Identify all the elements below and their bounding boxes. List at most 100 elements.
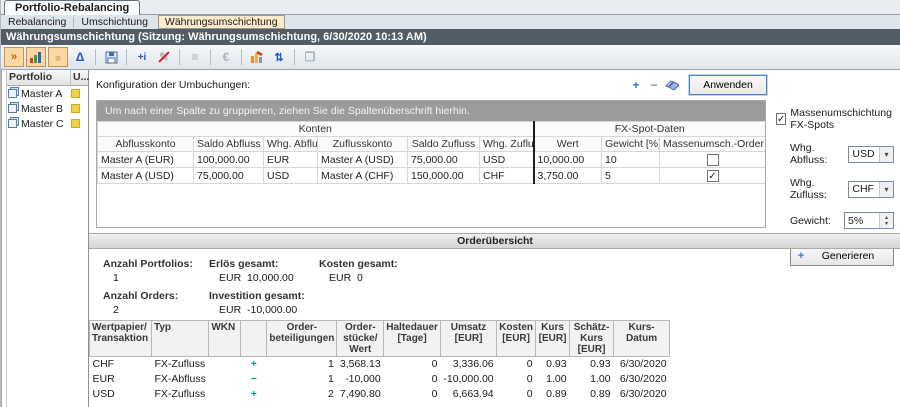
page-title: Währungsumschichtung (Sitzung: Währungsu… (1, 29, 900, 45)
col-saldo-zufluss[interactable]: Saldo Zufluss (408, 137, 480, 152)
table-row[interactable]: USD FX-Zufluss + 2 7,490.80 0 6,663.94 0… (90, 387, 670, 402)
col-orderbeteiligungen[interactable]: Order- beteiligungen (267, 321, 337, 357)
col-sign[interactable] (241, 321, 267, 357)
portfolio-item-label: Master C (21, 118, 71, 130)
config-label: Konfiguration der Umbuchungen: (96, 79, 250, 91)
table-row[interactable]: Master A (USD) 75,000.00 USD Master A (C… (98, 168, 766, 184)
erloes-gesamt-label: Erlös gesamt: (209, 258, 319, 270)
portfolio-panel: Portfolio U... Master A Master B Master … (7, 70, 89, 407)
expand-chevrons-icon[interactable]: » (4, 47, 24, 67)
kosten-gesamt-value: EUR 0 (319, 272, 398, 284)
col-wertpapier-transaktion[interactable]: Wertpapier/ Transaktion (90, 321, 152, 357)
portfolio-item-label: Master A (21, 88, 71, 100)
anzahl-portfolios-label: Anzahl Portfolios: (103, 258, 209, 270)
massenumsch-order-checkbox[interactable] (707, 154, 719, 166)
toolbar-divider (210, 49, 211, 65)
groupby-hint-bar[interactable]: Um nach einer Spalte zu gruppieren, zieh… (97, 101, 765, 121)
order-summary: Anzahl Portfolios:1 Erlös gesamt:EUR 10,… (103, 258, 398, 316)
chevron-down-icon[interactable]: ▾ (879, 182, 893, 197)
massenumschichtung-checkbox[interactable]: ✓ (776, 113, 786, 125)
anzahl-portfolios-value: 1 (103, 272, 209, 284)
status-square-icon (71, 104, 80, 113)
toolbar-divider (241, 49, 242, 65)
column-header-row: Abflusskonto Saldo Abfluss Whg. Abfluss … (98, 137, 766, 152)
config-header-row: Konfiguration der Umbuchungen: + − Anwen… (89, 72, 773, 98)
config-grid: Um nach einer Spalte zu gruppieren, zieh… (96, 100, 766, 228)
col-kosten[interactable]: Kosten [EUR] (497, 321, 536, 357)
portfolio-item-master-b[interactable]: Master B (7, 101, 88, 116)
col-wert[interactable]: Wert (534, 137, 602, 152)
investition-gesamt-value: EUR -10,000.00 (209, 304, 319, 316)
status-square-icon (71, 119, 80, 128)
portfolio-rebalancing-window: Portfolio-Rebalancing Rebalancing Umschi… (0, 0, 900, 407)
col-kurs[interactable]: Kurs [EUR] (536, 321, 570, 357)
tab-waehrungsumschichtung[interactable]: Währungsumschichtung (158, 15, 285, 29)
eraser-icon[interactable] (665, 80, 679, 91)
portfolio-icon (8, 117, 19, 131)
no-edit-icon[interactable]: ✎ (154, 47, 174, 67)
chart-icon[interactable] (26, 47, 46, 67)
delta-icon[interactable]: Δ (70, 47, 90, 67)
save-icon[interactable] (101, 47, 121, 67)
sphere-icon[interactable]: ● (48, 47, 68, 67)
plus-sign: + (241, 387, 267, 402)
status-square-icon (71, 89, 80, 98)
group-header-fx-spot[interactable]: FX-Spot-Daten (534, 122, 766, 137)
portfolio-column-header[interactable]: Portfolio (7, 70, 71, 85)
col-schaetz-kurs[interactable]: Schätz- Kurs [EUR] (570, 321, 614, 357)
col-orderstuecke-wert[interactable]: Order- stücke/ Wert (337, 321, 384, 357)
table-row[interactable]: Master A (EUR) 100,000.00 EUR Master A (… (98, 152, 766, 168)
swap-icon[interactable]: ⇅ (269, 47, 289, 67)
tab-rebalancing[interactable]: Rebalancing (1, 16, 73, 29)
window-icon[interactable]: ❐ (300, 47, 320, 67)
group-header-row: Konten FX-Spot-Daten (98, 122, 766, 137)
add-transfer-icon[interactable]: + (629, 78, 643, 92)
orders-table: Wertpapier/ Transaktion Typ WKN Order- b… (89, 320, 670, 402)
remove-transfer-icon[interactable]: − (647, 78, 661, 92)
spin-down-icon[interactable]: ▾ (885, 221, 888, 227)
massenumsch-order-checkbox[interactable]: ✓ (707, 170, 719, 182)
col-massenumsch-order[interactable]: Massenumsch.-Order (660, 137, 766, 152)
table-row[interactable]: EUR FX-Abfluss − 1 -10,000 0 -10,000.00 … (90, 372, 670, 387)
col-typ[interactable]: Typ (152, 321, 209, 357)
table-row[interactable]: CHF FX-Zufluss + 1 3,568.13 0 3,336.06 0… (90, 357, 670, 372)
col-wkn[interactable]: WKN (209, 321, 241, 357)
whg-abfluss-label: Whg. Abfluss: (790, 142, 848, 166)
anzahl-orders-value: 2 (103, 304, 209, 316)
col-haltedauer[interactable]: Haltedauer [Tage] (384, 321, 441, 357)
portfolio-item-master-c[interactable]: Master C (7, 116, 88, 131)
group-header-konten[interactable]: Konten (98, 122, 534, 137)
col-kurs-datum[interactable]: Kurs- Datum (614, 321, 670, 357)
portfolio-item-master-a[interactable]: Master A (7, 86, 88, 101)
whg-abfluss-select[interactable]: USD ▾ (848, 146, 894, 163)
tab-umschichtung[interactable]: Umschichtung (74, 16, 155, 29)
main-area: Konfiguration der Umbuchungen: + − Anwen… (89, 70, 900, 407)
massenumschichtung-label: Massenumschichtung FX-Spots (790, 107, 900, 131)
col-saldo-abfluss[interactable]: Saldo Abfluss (194, 137, 264, 152)
chart-edit-icon[interactable] (247, 47, 267, 67)
generate-icon: + (791, 250, 811, 262)
whg-zufluss-select[interactable]: CHF ▾ (848, 181, 894, 198)
massenumschichtung-checkbox-row[interactable]: ✓ Massenumschichtung FX-Spots (776, 107, 900, 131)
sub-tab-strip: Rebalancing Umschichtung Währungsumschic… (1, 15, 900, 29)
sliders-icon[interactable]: ≡ (185, 47, 205, 67)
col-whg-zufluss[interactable]: Whg. Zufluss (480, 137, 534, 152)
gewicht-label: Gewicht: (790, 215, 831, 227)
plus-sign: + (241, 357, 267, 372)
chevron-down-icon[interactable]: ▾ (879, 147, 893, 162)
main-tab-strip: Portfolio-Rebalancing (1, 0, 900, 15)
col-umsatz[interactable]: Umsatz [EUR] (440, 321, 496, 357)
add-info-icon[interactable]: +i (132, 47, 152, 67)
portfolio-icon (8, 87, 19, 101)
tab-portfolio-rebalancing[interactable]: Portfolio-Rebalancing (4, 0, 140, 15)
col-zuflusskonto[interactable]: Zuflusskonto (318, 137, 408, 152)
col-gewicht[interactable]: Gewicht [%] (602, 137, 660, 152)
euro-icon[interactable]: € (216, 47, 236, 67)
anzahl-orders-label: Anzahl Orders: (103, 290, 209, 302)
col-whg-abfluss[interactable]: Whg. Abfluss (264, 137, 318, 152)
minus-sign: − (241, 372, 267, 387)
apply-button[interactable]: Anwenden (689, 75, 767, 95)
gewicht-stepper[interactable]: 5% ▴▾ (844, 212, 894, 229)
col-abflusskonto[interactable]: Abflusskonto (98, 137, 194, 152)
u-column-header[interactable]: U... (71, 70, 88, 85)
